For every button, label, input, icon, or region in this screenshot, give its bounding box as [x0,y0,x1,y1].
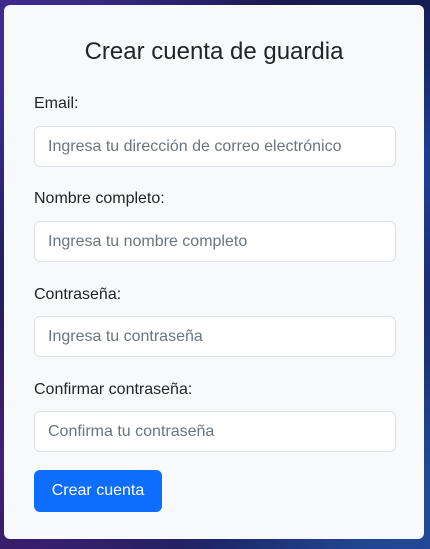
email-label: Email: [34,95,79,112]
full-name-input[interactable] [34,221,396,262]
email-input[interactable] [34,126,396,167]
password-input[interactable] [34,316,396,357]
signup-card: Crear cuenta de guardia Email: Nombre co… [4,5,424,539]
create-account-button[interactable]: Crear cuenta [34,470,162,512]
confirm-password-input[interactable] [34,411,396,452]
full-name-label: Nombre completo: [34,190,165,207]
confirm-password-label: Confirmar contraseña: [34,381,193,398]
password-label: Contraseña: [34,286,122,303]
form-title: Crear cuenta de guardia [84,38,344,65]
